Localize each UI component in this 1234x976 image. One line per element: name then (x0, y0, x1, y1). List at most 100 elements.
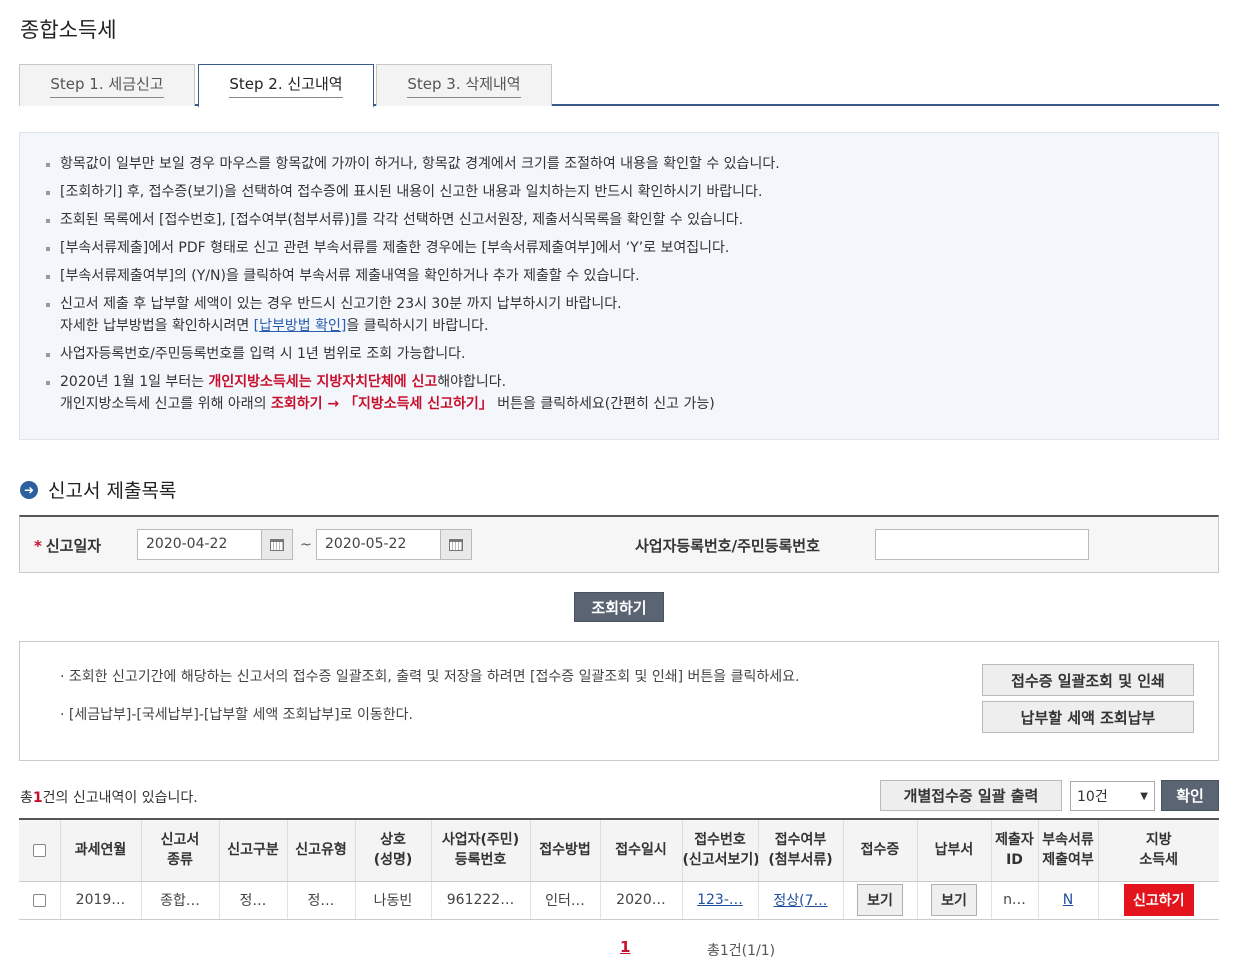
table-header: 신고유형 (286, 818, 355, 882)
table-header: 사업자(주민) 등록번호 (430, 818, 530, 882)
batch-receipt-print-button[interactable]: 접수증 일괄조회 및 인쇄 (982, 664, 1194, 696)
cell-receipt-no: 123-… (681, 881, 758, 920)
date-label-text: 신고일자 (45, 537, 102, 555)
row-checkbox[interactable] (32, 893, 46, 907)
notice-item: [부속서류제출]에서 PDF 형태로 신고 관련 부속서류를 제출한 경우에는 … (44, 237, 1218, 259)
notice-item: [부속서류제출여부]의 (Y/N)을 클릭하여 부속서류 제출내역을 확인하거나… (44, 265, 1218, 287)
table-header: 상호 (성명) (354, 818, 431, 882)
pay-tax-button[interactable]: 납부할 세액 조회납부 (982, 701, 1194, 733)
notice-text: 해야합니다. (437, 374, 507, 390)
notice-text: 2020년 1월 1일 부터는 (60, 374, 209, 390)
cell-reg-no: 961222… (430, 881, 530, 920)
receipt-view-button[interactable]: 보기 (857, 884, 903, 916)
total-count-text: 총1건의 신고내역이 있습니다. (20, 787, 198, 807)
bill-view-button[interactable]: 보기 (931, 884, 977, 916)
date-range-tilde: ~ (300, 537, 312, 553)
table-header: 접수방법 (529, 818, 600, 882)
caret-down-icon: ▼ (1140, 790, 1148, 802)
date-to-calendar-button[interactable] (440, 529, 472, 560)
notice-item: 사업자등록번호/주민등록번호를 입력 시 1년 범위로 조회 가능합니다. (44, 343, 1218, 365)
date-from-input[interactable]: 2020-04-22 (137, 529, 262, 560)
date-label: * 신고일자 (34, 535, 101, 556)
notice-item-local-tax: 2020년 1월 1일 부터는 개인지방소득세는 지방자치단체에 신고해야합니다… (44, 371, 1218, 415)
cell-submitter: n… (990, 881, 1038, 920)
receipt-no-link[interactable]: 123-… (697, 892, 743, 908)
tab-step2-label: Step 2. 신고내역 (229, 73, 343, 98)
tab-step3-label: Step 3. 삭제내역 (407, 73, 521, 98)
page-title: 종합소득세 (20, 18, 117, 42)
local-tax-declare-button[interactable]: 신고하기 (1123, 884, 1194, 916)
notice-text: 개인지방소득세 신고를 위해 아래의 (60, 396, 271, 412)
cell-type: 종합… (140, 881, 219, 920)
cell-status: 정상(7… (757, 881, 843, 920)
table-row: 2019… 종합… 정… 정… 나동빈 961222… 인터… 2020… 12… (19, 881, 1219, 920)
page-size-value: 10건 (1077, 789, 1108, 805)
notice-text: 자세한 납부방법을 확인하시려면 (60, 318, 254, 334)
cell-kind: 정… (286, 881, 355, 920)
tab-step1-label: Step 1. 세금신고 (50, 73, 164, 98)
tab-step2[interactable]: Step 2. 신고내역 (198, 64, 374, 108)
cell-datetime: 2020… (599, 881, 682, 920)
table-header: 신고구분 (218, 818, 287, 882)
pager-info: 총1건(1/1) (707, 943, 776, 959)
notice-box: 항목값이 일부만 보일 경우 마우스를 항목값에 가까이 하거나, 항목값 경계… (19, 132, 1219, 440)
cell-category: 정… (218, 881, 287, 920)
cell-local-tax: 신고하기 (1097, 881, 1219, 920)
table-header: 과세연월 (59, 818, 141, 882)
table-header: 신고서 종류 (140, 818, 219, 882)
select-all-checkbox[interactable] (32, 843, 46, 857)
cell-name: 나동빈 (354, 881, 431, 920)
notice-highlight: 조회하기 → 「지방소득세 신고하기」 (271, 396, 493, 412)
calendar-icon (449, 538, 463, 551)
page-size-select[interactable]: 10건 ▼ (1070, 781, 1155, 811)
notice-item: 항목값이 일부만 보일 경우 마우스를 항목값에 가까이 하거나, 항목값 경계… (44, 153, 1218, 175)
notice-item-payment: 신고서 제출 후 납부할 세액이 있는 경우 반드시 신고기한 23시 30분 … (44, 293, 1218, 337)
cell-receipt: 보기 (842, 881, 917, 920)
step-tabs: Step 1. 세금신고 Step 2. 신고내역 Step 3. 삭제내역 (19, 64, 1219, 108)
total-post: 건의 신고내역이 있습니다. (42, 790, 198, 806)
reg-number-label: 사업자등록번호/주민등록번호 (635, 537, 820, 555)
notice-list: 항목값이 일부만 보일 경우 마우스를 항목값에 가까이 하거나, 항목값 경계… (44, 153, 1218, 415)
info-line: · [세금납부]-[국세납부]-[납부할 세액 조회납부]로 이동한다. (60, 707, 413, 723)
status-link[interactable]: 정상(7… (773, 893, 827, 909)
tab-step3[interactable]: Step 3. 삭제내역 (376, 64, 552, 106)
search-button[interactable]: 조회하기 (574, 592, 664, 622)
header-select-all (19, 818, 60, 882)
section-header: ➜ 신고서 제출목록 (20, 476, 176, 503)
notice-highlight: 개인지방소득세는 지방자치단체에 신고 (208, 374, 438, 390)
info-box: · 조회한 신고기간에 해당하는 신고서의 접수증 일괄조회, 출력 및 저장을… (19, 641, 1219, 761)
cell-attach: N (1037, 881, 1098, 920)
search-panel: * 신고일자 2020-04-22 ~ 2020-05-22 사업자등록번호/주민… (19, 515, 1219, 573)
notice-text: 을 클릭하시기 바랍니다. (346, 318, 489, 334)
notice-item: [조회하기] 후, 접수증(보기)을 선택하여 접수증에 표시된 내용이 신고한… (44, 181, 1218, 203)
notice-text: 신고서 제출 후 납부할 세액이 있는 경우 반드시 신고기한 23시 30분 … (60, 296, 622, 312)
payment-method-link[interactable]: [납부방법 확인] (254, 318, 347, 334)
cell-period: 2019… (59, 881, 141, 920)
date-from-calendar-button[interactable] (261, 529, 293, 560)
confirm-button[interactable]: 확인 (1161, 780, 1219, 811)
table-header: 부속서류 제출여부 (1037, 818, 1098, 882)
notice-text: 버튼을 클릭하세요(간편히 신고 가능) (492, 396, 715, 412)
cell-bill: 보기 (916, 881, 991, 920)
required-mark: * (34, 537, 42, 555)
info-line: · 조회한 신고기간에 해당하는 신고서의 접수증 일괄조회, 출력 및 저장을… (60, 669, 800, 685)
arrow-circle-icon: ➜ (20, 480, 38, 499)
total-pre: 총 (20, 790, 33, 806)
table-header-row: 과세연월 신고서 종류 신고구분 신고유형 상호 (성명) 사업자(주민) 등록… (19, 818, 1219, 882)
section-title: 신고서 제출목록 (48, 480, 177, 502)
total-count: 1 (32, 790, 43, 806)
reg-number-input[interactable] (875, 529, 1089, 560)
table-header: 접수일시 (599, 818, 682, 882)
attach-status-link[interactable]: N (1063, 892, 1073, 908)
table-header: 접수여부 (첨부서류) (757, 818, 843, 882)
page-link-current[interactable]: 1 (620, 938, 630, 956)
table-header: 지방 소득세 (1097, 818, 1219, 882)
individual-receipt-print-button[interactable]: 개별접수증 일괄 출력 (880, 780, 1062, 811)
table-header: 납부서 (916, 818, 991, 882)
declaration-table: 과세연월 신고서 종류 신고구분 신고유형 상호 (성명) 사업자(주민) 등록… (19, 818, 1219, 920)
tab-step1[interactable]: Step 1. 세금신고 (19, 64, 195, 106)
date-to-input[interactable]: 2020-05-22 (316, 529, 441, 560)
table-header: 접수번호 (신고서보기) (681, 818, 758, 882)
table-header: 제출자 ID (990, 818, 1038, 882)
row-select-cell (19, 881, 60, 920)
